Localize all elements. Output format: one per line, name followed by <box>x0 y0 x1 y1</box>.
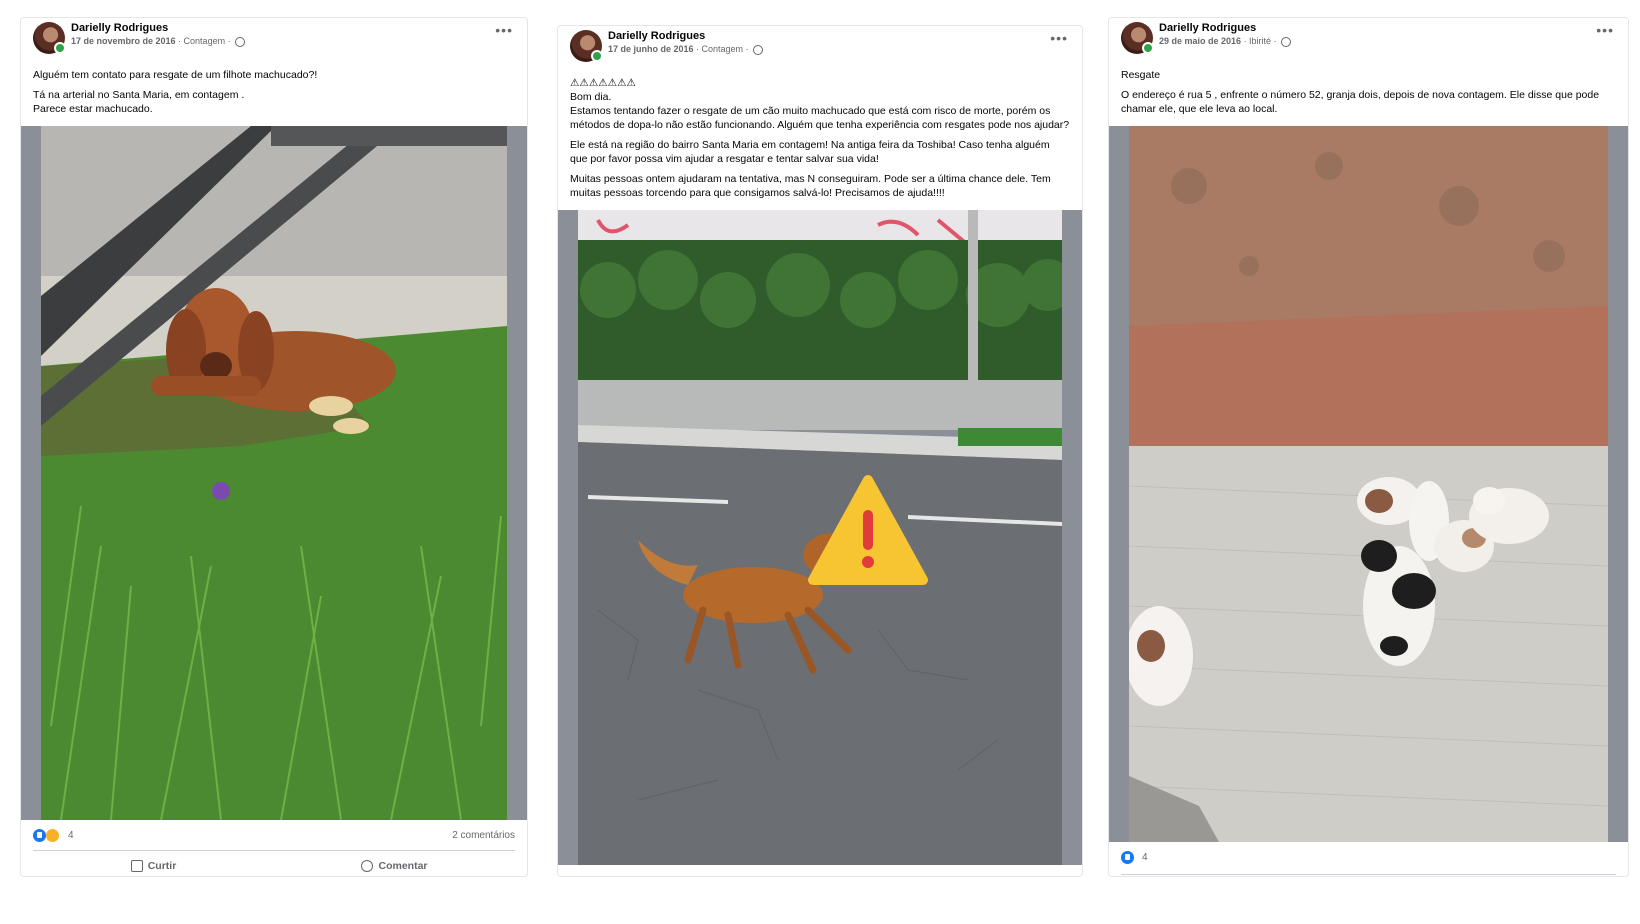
post-meta: 29 de maio de 2016 · Ibirité · <box>1159 36 1292 47</box>
post-date[interactable]: 29 de maio de 2016 <box>1159 36 1241 46</box>
post-photo-frame[interactable] <box>1109 126 1628 842</box>
post-meta: 17 de junho de 2016 · Contagem · <box>608 44 764 55</box>
post-date[interactable]: 17 de junho de 2016 <box>608 44 694 54</box>
globe-icon <box>235 36 246 47</box>
avatar[interactable] <box>1121 22 1154 54</box>
post-actions: Curtir Comentar <box>33 850 515 876</box>
post-paragraph: Resgate <box>1121 69 1161 81</box>
post-footer: 4 2 comentários Curtir Comentar <box>21 820 527 876</box>
avatar[interactable] <box>570 30 603 62</box>
post-card: Darielly Rodrigues 29 de maio de 2016 · … <box>1108 17 1629 877</box>
post-paragraph: ⚠⚠⚠⚠⚠⚠⚠ Bom dia. Estamos tentando fazer … <box>570 77 1070 131</box>
reactions-count: 4 <box>68 829 74 841</box>
post-text: Alguém tem contato para resgate de um fi… <box>21 64 527 126</box>
post-place[interactable]: Contagem <box>702 44 744 54</box>
globe-icon <box>753 44 764 55</box>
reactions-summary[interactable]: 4 <box>33 827 74 843</box>
post-card: Darielly Rodrigues 17 de junho de 2016 ·… <box>557 25 1083 877</box>
puppies-on-concrete-photo <box>1129 126 1608 842</box>
author-name[interactable]: Darielly Rodrigues <box>71 22 168 34</box>
post-paragraph: Alguém tem contato para resgate de um fi… <box>33 69 318 81</box>
author-name[interactable]: Darielly Rodrigues <box>608 30 705 42</box>
more-options-icon[interactable]: ••• <box>1050 30 1068 46</box>
post-paragraph: Ele está na região do bairro Santa Maria… <box>570 139 1050 165</box>
post-photo[interactable] <box>1129 126 1608 842</box>
comment-button-label: Comentar <box>378 860 428 872</box>
post-text: Resgate O endereço é rua 5 , enfrente o … <box>1109 64 1628 126</box>
post-header: Darielly Rodrigues 17 de novembro de 201… <box>21 18 527 64</box>
like-reaction-icon <box>33 828 46 842</box>
post-photo-frame[interactable] <box>558 210 1082 865</box>
like-button-label: Curtir <box>147 860 177 872</box>
author-name[interactable]: Darielly Rodrigues <box>1159 22 1256 34</box>
thumbs-up-icon <box>130 860 143 873</box>
post-photo[interactable] <box>41 126 507 820</box>
online-status-dot <box>1142 42 1154 54</box>
post-card: Darielly Rodrigues 17 de novembro de 201… <box>20 17 528 877</box>
sad-reaction-icon <box>45 827 60 843</box>
more-options-icon[interactable]: ••• <box>1596 22 1614 38</box>
post-meta: 17 de novembro de 2016 · Contagem · <box>71 36 246 47</box>
post-place[interactable]: Ibirité <box>1249 36 1271 46</box>
globe-icon <box>1281 36 1292 47</box>
post-paragraph: Tá na arterial no Santa Maria, em contag… <box>33 89 245 115</box>
online-status-dot <box>591 50 603 62</box>
reactions-count: 4 <box>1142 851 1148 863</box>
post-date[interactable]: 17 de novembro de 2016 <box>71 36 176 46</box>
comment-icon <box>361 860 374 873</box>
more-options-icon[interactable]: ••• <box>495 22 513 38</box>
post-photo-frame[interactable] <box>21 126 527 820</box>
post-footer: 4 <box>1109 842 1628 876</box>
comments-count[interactable]: 2 comentários <box>452 830 515 841</box>
reactions-bar: 4 <box>1121 848 1616 866</box>
post-header: Darielly Rodrigues 17 de junho de 2016 ·… <box>558 26 1082 72</box>
post-text: ⚠⚠⚠⚠⚠⚠⚠ Bom dia. Estamos tentando fazer … <box>558 72 1082 210</box>
comment-button[interactable]: Comentar <box>274 851 515 876</box>
like-button[interactable]: Curtir <box>33 851 274 876</box>
online-status-dot <box>54 42 66 54</box>
like-reaction-icon <box>1121 850 1134 864</box>
post-photo[interactable] <box>578 210 1062 865</box>
post-paragraph: O endereço é rua 5 , enfrente o número 5… <box>1121 89 1600 115</box>
post-place[interactable]: Contagem <box>184 36 226 46</box>
puppy-on-grass-photo <box>41 126 507 820</box>
avatar[interactable] <box>33 22 66 54</box>
injured-dog-on-street-photo <box>578 210 1062 865</box>
post-paragraph: Muitas pessoas ontem ajudaram na tentati… <box>570 173 1051 199</box>
reactions-bar: 4 2 comentários <box>33 826 515 844</box>
divider <box>1121 874 1616 875</box>
post-header: Darielly Rodrigues 29 de maio de 2016 · … <box>1109 18 1628 64</box>
reactions-summary[interactable]: 4 <box>1121 850 1148 864</box>
